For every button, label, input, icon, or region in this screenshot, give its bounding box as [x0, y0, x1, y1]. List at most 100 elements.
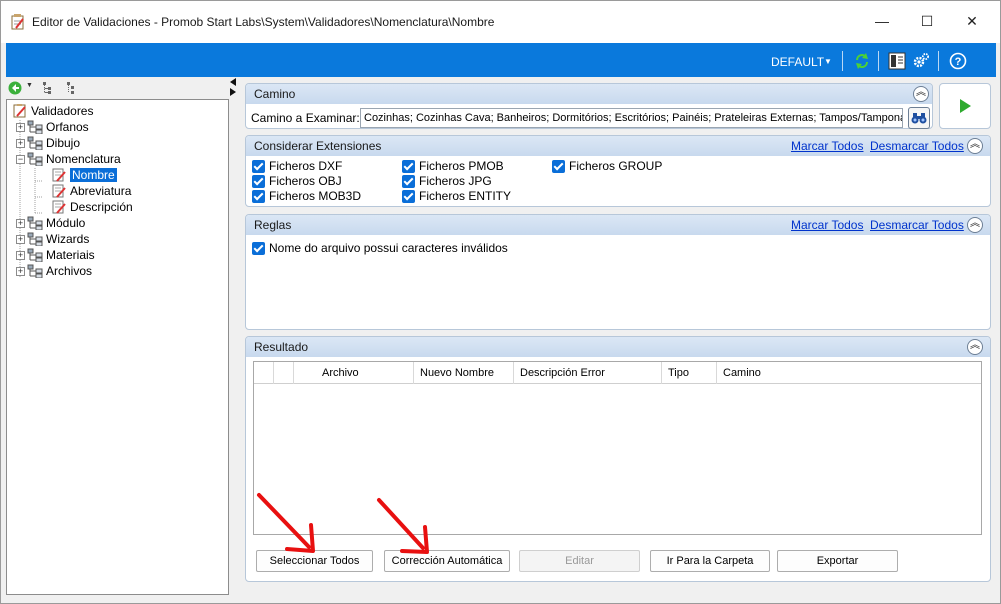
extension-label: Ficheros PMOB	[419, 159, 504, 173]
minimize-button[interactable]: —	[859, 1, 905, 41]
extension-label: Ficheros ENTITY	[419, 189, 512, 203]
collapse-chevron-icon[interactable]: ︽	[967, 339, 983, 355]
extension-checkbox[interactable]: Ficheros JPG	[402, 174, 492, 188]
rules-unmark-all-link[interactable]: Desmarcar Todos	[870, 218, 964, 232]
play-icon	[960, 99, 971, 113]
expand-icon[interactable]: +	[16, 122, 25, 132]
extension-checkbox[interactable]: Ficheros GROUP	[552, 159, 662, 173]
tree-item-label: Validadores	[31, 104, 94, 118]
chevron-down-icon: ▼	[824, 57, 832, 66]
maximize-button[interactable]: ☐	[904, 1, 950, 41]
tree-item[interactable]: + Wizards	[16, 231, 89, 247]
tree-item[interactable]: − Nomenclatura	[16, 151, 121, 167]
extension-label: Ficheros GROUP	[569, 159, 663, 173]
tree-item[interactable]: Descripción	[51, 199, 133, 215]
validators-tree[interactable]: Validadores + Orfanos + Dibujo − Nomencl…	[6, 99, 229, 595]
extension-checkbox[interactable]: Ficheros ENTITY	[402, 189, 511, 203]
tree-item[interactable]: + Orfanos	[16, 119, 89, 135]
window-title: Editor de Validaciones - Promob Start La…	[32, 15, 495, 29]
rule-document-icon	[52, 200, 66, 214]
toolbar-separator	[842, 51, 843, 71]
extension-label: Ficheros OBJ	[269, 174, 342, 188]
extension-checkbox[interactable]: Ficheros PMOB	[402, 159, 504, 173]
tree-item[interactable]: + Archivos	[16, 263, 92, 279]
rules-title: Reglas	[254, 218, 292, 232]
tree-item-label: Orfanos	[46, 120, 89, 134]
panel-layout-icon[interactable]	[888, 52, 906, 70]
settings-icon[interactable]	[912, 52, 930, 70]
extensions-header: Considerar Extensiones Marcar Todos Desm…	[246, 136, 990, 156]
checkbox-checked-icon	[252, 159, 265, 173]
tree-item-label: Archivos	[46, 264, 93, 278]
hierarchy-icon	[27, 152, 43, 166]
tree-item[interactable]: Abreviatura	[51, 183, 131, 199]
collapse-chevron-icon[interactable]: ︽	[967, 217, 983, 233]
checkbox-checked-icon	[252, 189, 265, 203]
hierarchy-icon	[27, 136, 43, 150]
expand-icon[interactable]: +	[16, 250, 25, 260]
extension-checkbox[interactable]: Ficheros OBJ	[252, 174, 342, 188]
results-title: Resultado	[254, 340, 309, 354]
expand-icon[interactable]: +	[16, 138, 25, 148]
extensions-title: Considerar Extensiones	[254, 139, 382, 153]
results-grid[interactable]: Archivo Nuevo Nombre Descripción Error T…	[253, 361, 982, 535]
tree-item-label: Materiais	[46, 248, 95, 262]
toolbar-separator	[878, 51, 879, 71]
select-column[interactable]	[274, 362, 294, 384]
checkbox-checked-icon	[552, 159, 565, 173]
binoculars-icon	[911, 113, 927, 124]
toolbar-separator	[938, 51, 939, 71]
tree-item-selected[interactable]: Nombre	[51, 167, 117, 183]
row-indicator-column	[254, 362, 274, 384]
svg-text:?: ?	[955, 56, 962, 68]
export-button[interactable]: Exportar	[777, 550, 898, 572]
rule-document-icon	[52, 184, 66, 198]
tree-item[interactable]: Validadores	[12, 103, 93, 119]
expand-icon[interactable]: +	[16, 266, 25, 276]
clipboard-icon	[13, 104, 26, 118]
expand-icon[interactable]: +	[16, 234, 25, 244]
column-header-archivo[interactable]: Archivo	[294, 362, 414, 384]
column-header-nuevo-nombre[interactable]: Nuevo Nombre	[414, 362, 514, 384]
left-panel: ▼ Validadores + Orfanos + Dibujo − Nomen…	[6, 77, 237, 595]
results-group: Resultado ︽ Archivo Nuevo Nombre Descrip…	[245, 336, 991, 582]
annotation-arrow-icon	[377, 498, 429, 554]
camino-header: Camino ︽	[246, 84, 932, 104]
column-header-descripcion-error[interactable]: Descripción Error	[514, 362, 662, 384]
extension-checkbox[interactable]: Ficheros DXF	[252, 159, 342, 173]
profile-dropdown[interactable]: DEFAULT ▼	[766, 49, 836, 71]
tree-expand-icon[interactable]	[42, 81, 56, 95]
collapse-icon[interactable]: −	[16, 154, 25, 164]
tree-collapse-icon[interactable]	[66, 81, 76, 95]
expand-icon[interactable]: +	[16, 218, 25, 228]
refresh-icon[interactable]	[853, 52, 871, 70]
open-folder-button[interactable]: Ir Para la Carpeta	[650, 550, 770, 572]
rules-mark-all-link[interactable]: Marcar Todos	[791, 218, 863, 232]
collapse-chevron-icon[interactable]: ︽	[913, 86, 929, 102]
edit-button[interactable]: Editar	[519, 550, 640, 572]
hierarchy-icon	[27, 248, 43, 262]
tree-item[interactable]: + Materiais	[16, 247, 95, 263]
tree-item[interactable]: + Módulo	[16, 215, 85, 231]
rule-checkbox[interactable]: Nome do arquivo possui caracteres inváli…	[252, 241, 508, 255]
extension-checkbox[interactable]: Ficheros MOB3D	[252, 189, 361, 203]
path-input[interactable]: Cozinhas; Cozinhas Cava; Banheiros; Dorm…	[360, 108, 903, 128]
annotation-arrow-icon	[257, 493, 315, 553]
tree-item[interactable]: + Dibujo	[16, 135, 80, 151]
rule-label: Nome do arquivo possui caracteres inváli…	[269, 241, 508, 255]
column-header-tipo[interactable]: Tipo	[662, 362, 717, 384]
run-validation-button[interactable]	[939, 83, 991, 129]
close-button[interactable]: ✕	[949, 1, 995, 41]
help-icon[interactable]: ?	[949, 52, 967, 70]
column-header-camino[interactable]: Camino	[717, 362, 981, 384]
extensions-unmark-all-link[interactable]: Desmarcar Todos	[870, 139, 964, 153]
chevron-down-icon[interactable]: ▼	[26, 82, 33, 89]
back-icon[interactable]	[8, 81, 22, 95]
tree-item-label: Wizards	[46, 232, 90, 246]
extension-label: Ficheros DXF	[269, 159, 343, 173]
search-path-button[interactable]	[908, 107, 930, 129]
panel-splitter-arrows-icon[interactable]	[229, 77, 237, 97]
extensions-mark-all-link[interactable]: Marcar Todos	[791, 139, 863, 153]
title-bar: Editor de Validaciones - Promob Start La…	[1, 1, 1000, 43]
collapse-chevron-icon[interactable]: ︽	[967, 138, 983, 154]
